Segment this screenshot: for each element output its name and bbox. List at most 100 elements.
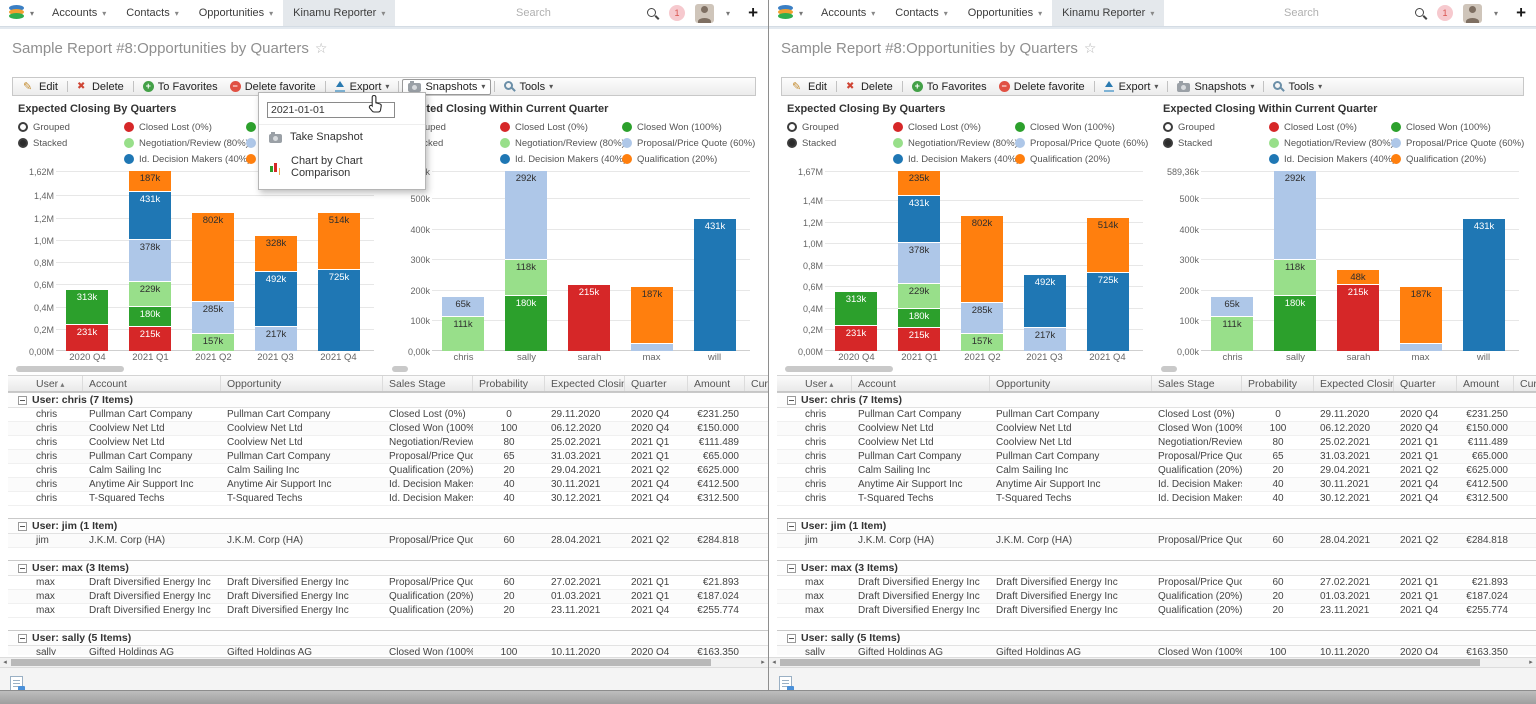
- scroll-left-arrow-icon[interactable]: ◂: [0, 658, 10, 667]
- logo-caret-icon[interactable]: ▾: [30, 9, 34, 18]
- collapse-group-icon[interactable]: [18, 396, 27, 405]
- table-row[interactable]: chrisT-Squared TechsT-Squared TechsId. D…: [8, 492, 768, 506]
- bar-segment[interactable]: 187k: [631, 287, 673, 344]
- table-row[interactable]: maxDraft Diversified Energy IncDraft Div…: [777, 576, 1536, 590]
- bar-segment[interactable]: 514k: [318, 213, 360, 270]
- column-header-account[interactable]: Account: [83, 376, 221, 391]
- collapse-group-icon[interactable]: [18, 522, 27, 531]
- add-new-icon[interactable]: +: [748, 5, 758, 21]
- bar-segment[interactable]: 157k: [192, 334, 234, 351]
- column-header-probability[interactable]: Probability: [473, 376, 545, 391]
- menu-item-take-snapshot[interactable]: Take Snapshot: [259, 125, 425, 149]
- nav-item-opportunities[interactable]: Opportunities▾: [958, 0, 1052, 26]
- chart-scrollbar-thumb[interactable]: [785, 366, 893, 372]
- snapshot-date-input[interactable]: [267, 102, 395, 118]
- nav-item-kinamu-reporter[interactable]: Kinamu Reporter▾: [1052, 0, 1164, 26]
- nav-item-contacts[interactable]: Contacts▾: [116, 0, 188, 26]
- bar-segment[interactable]: 215k: [568, 285, 610, 351]
- notification-badge[interactable]: 1: [1437, 5, 1453, 21]
- nav-item-kinamu-reporter[interactable]: Kinamu Reporter▾: [283, 0, 395, 26]
- bar-segment[interactable]: 180k: [898, 309, 940, 328]
- collapse-group-icon[interactable]: [18, 634, 27, 643]
- table-row[interactable]: chrisPullman Cart CompanyPullman Cart Co…: [777, 450, 1536, 464]
- bar-segment[interactable]: 118k: [505, 260, 547, 296]
- to-favorites-button[interactable]: +To Favorites: [906, 79, 993, 95]
- column-header-user[interactable]: User ▴: [8, 376, 83, 391]
- nav-item-accounts[interactable]: Accounts▾: [811, 0, 885, 26]
- bar-segment[interactable]: 802k: [192, 213, 234, 302]
- search-icon[interactable]: [646, 7, 659, 20]
- favorite-star-icon[interactable]: ☆: [1084, 40, 1097, 57]
- chart-scrollbar-thumb[interactable]: [1161, 366, 1177, 372]
- table-row[interactable]: chrisCalm Sailing IncCalm Sailing IncQua…: [777, 464, 1536, 478]
- bar-segment[interactable]: 431k: [898, 196, 940, 243]
- bar-segment[interactable]: 111k: [1211, 317, 1253, 351]
- table-row[interactable]: sallyGifted Holdings AGGifted Holdings A…: [777, 646, 1536, 655]
- table-row[interactable]: chrisAnytime Air Support IncAnytime Air …: [8, 478, 768, 492]
- avatar-caret-icon[interactable]: ▾: [726, 9, 730, 18]
- column-header-sales-stage[interactable]: Sales Stage: [1152, 376, 1242, 391]
- collapse-group-icon[interactable]: [787, 396, 796, 405]
- snapshots-button[interactable]: Snapshots▾: [1171, 79, 1260, 95]
- column-header-amount[interactable]: Amount: [688, 376, 745, 391]
- to-favorites-button[interactable]: +To Favorites: [137, 79, 224, 95]
- bar-segment[interactable]: 180k: [129, 307, 171, 327]
- app-logo-icon[interactable]: [8, 5, 26, 21]
- delete-button[interactable]: ✖Delete: [840, 79, 899, 95]
- bar-segment[interactable]: 492k: [1024, 275, 1066, 328]
- radio-grouped[interactable]: [18, 122, 28, 132]
- add-new-icon[interactable]: +: [1516, 5, 1526, 21]
- bar-segment[interactable]: 285k: [961, 303, 1003, 334]
- bar-segment[interactable]: [1400, 344, 1442, 351]
- avatar-caret-icon[interactable]: ▾: [1494, 9, 1498, 18]
- search-input[interactable]: [516, 7, 636, 19]
- scroll-right-arrow-icon[interactable]: ▸: [1526, 658, 1536, 667]
- edit-button[interactable]: ✎Edit: [786, 79, 833, 95]
- column-header-user[interactable]: User ▴: [777, 376, 852, 391]
- radio-stacked[interactable]: [787, 138, 797, 148]
- column-header-expected-closing[interactable]: Expected Closing: [545, 376, 625, 391]
- column-header-account[interactable]: Account: [852, 376, 990, 391]
- export-report-icon[interactable]: [10, 676, 23, 691]
- nav-item-contacts[interactable]: Contacts▾: [885, 0, 957, 26]
- bar-segment[interactable]: 231k: [835, 326, 877, 351]
- export-report-icon[interactable]: [779, 676, 792, 691]
- bar-segment[interactable]: 229k: [898, 284, 940, 309]
- table-row[interactable]: sallyGifted Holdings AGGifted Holdings A…: [8, 646, 768, 655]
- bar-segment[interactable]: 65k: [1211, 297, 1253, 317]
- bar-segment[interactable]: 378k: [898, 243, 940, 284]
- search-icon[interactable]: [1414, 7, 1427, 20]
- app-logo-icon[interactable]: [777, 5, 795, 21]
- column-header-quarter[interactable]: Quarter: [1394, 376, 1457, 391]
- scroll-right-arrow-icon[interactable]: ▸: [758, 658, 768, 667]
- bar-segment[interactable]: 431k: [694, 219, 736, 351]
- favorite-star-icon[interactable]: ☆: [315, 40, 328, 57]
- bar-segment[interactable]: 231k: [66, 325, 108, 351]
- bar-segment[interactable]: 725k: [1087, 273, 1129, 351]
- delete-button[interactable]: ✖Delete: [71, 79, 130, 95]
- bar-segment[interactable]: 492k: [255, 272, 297, 327]
- radio-stacked[interactable]: [18, 138, 28, 148]
- bar-segment[interactable]: 802k: [961, 216, 1003, 303]
- table-row[interactable]: chrisPullman Cart CompanyPullman Cart Co…: [8, 450, 768, 464]
- tools-button[interactable]: Tools▾: [1267, 79, 1328, 95]
- bar-segment[interactable]: 118k: [1274, 260, 1316, 296]
- menu-item-chart-by-chart-comparison[interactable]: Chart by Chart Comparison: [259, 149, 425, 185]
- column-header-sales-stage[interactable]: Sales Stage: [383, 376, 473, 391]
- collapse-group-icon[interactable]: [787, 634, 796, 643]
- bar-segment[interactable]: 180k: [1274, 296, 1316, 351]
- nav-item-accounts[interactable]: Accounts▾: [42, 0, 116, 26]
- tools-button[interactable]: Tools▾: [498, 79, 559, 95]
- scroll-left-arrow-icon[interactable]: ◂: [769, 658, 779, 667]
- delete-favorite-button[interactable]: −Delete favorite: [993, 79, 1091, 95]
- bar-segment[interactable]: 48k: [1337, 270, 1379, 285]
- table-row[interactable]: maxDraft Diversified Energy IncDraft Div…: [8, 604, 768, 618]
- column-header-opportunity[interactable]: Opportunity: [990, 376, 1152, 391]
- table-row[interactable]: maxDraft Diversified Energy IncDraft Div…: [8, 590, 768, 604]
- bar-segment[interactable]: 111k: [442, 317, 484, 351]
- column-header-currency[interactable]: Currency: [1514, 376, 1536, 391]
- bar-segment[interactable]: 378k: [129, 240, 171, 282]
- table-row[interactable]: chrisCoolview Net LtdCoolview Net LtdNeg…: [777, 436, 1536, 450]
- logo-caret-icon[interactable]: ▾: [799, 9, 803, 18]
- table-row[interactable]: jimJ.K.M. Corp (HA)J.K.M. Corp (HA)Propo…: [8, 534, 768, 548]
